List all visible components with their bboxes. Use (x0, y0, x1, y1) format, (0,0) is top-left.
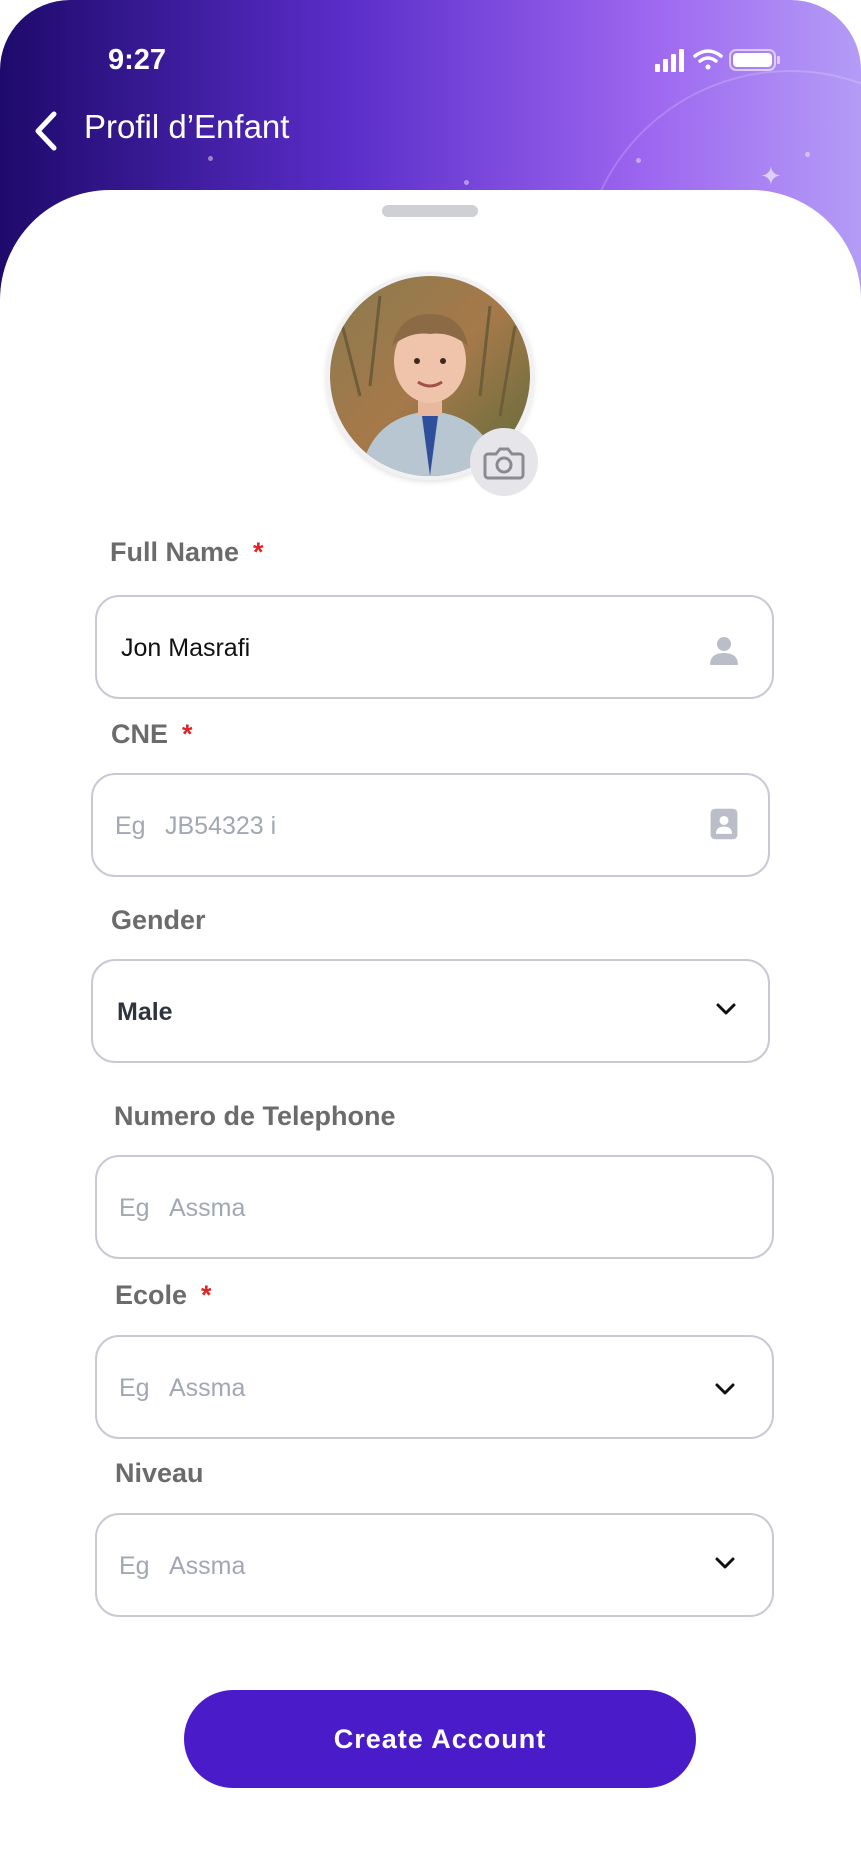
ecole-label-text: Ecole (115, 1280, 188, 1310)
phone-field[interactable]: Eg Assma (95, 1155, 774, 1259)
back-arrow-icon[interactable] (26, 106, 66, 156)
ecole-placeholder-prefix: Eg (119, 1374, 150, 1402)
required-mark: * (182, 719, 193, 749)
niveau-placeholder-prefix: Eg (119, 1552, 150, 1580)
cne-label: CNE * (111, 719, 193, 750)
sparkle-dot (208, 156, 213, 161)
signal-icon (655, 49, 684, 72)
ecole-label: Ecole * (115, 1280, 212, 1311)
niveau-select[interactable]: Eg Assma (95, 1513, 774, 1617)
cne-label-text: CNE (111, 719, 169, 749)
full-name-field[interactable]: Jon Masrafi (95, 595, 774, 699)
niveau-placeholder: Assma (169, 1552, 246, 1580)
niveau-label-text: Niveau (115, 1458, 204, 1488)
phone-label: Numero de Telephone (114, 1101, 396, 1132)
chevron-down-icon (715, 1383, 735, 1395)
full-name-value: Jon Masrafi (121, 634, 251, 662)
phone-placeholder-prefix: Eg (119, 1194, 150, 1222)
status-time: 9:27 (108, 44, 167, 76)
required-mark: * (253, 537, 264, 567)
create-account-button[interactable]: Create Account (184, 1690, 696, 1788)
sparkle-star-icon: ✦ (760, 162, 782, 192)
change-photo-button[interactable] (470, 428, 538, 496)
ecole-select[interactable]: Eg Assma (95, 1335, 774, 1439)
required-mark: * (201, 1280, 212, 1310)
id-card-icon (710, 808, 738, 840)
chevron-down-icon (715, 1557, 735, 1569)
niveau-label: Niveau (115, 1458, 204, 1489)
gender-label-text: Gender (111, 905, 206, 935)
gender-select[interactable]: Male (91, 959, 770, 1063)
full-name-label-text: Full Name (110, 537, 240, 567)
gender-label: Gender (111, 905, 206, 936)
cne-field[interactable]: Eg JB54323 i (91, 773, 770, 877)
phone-label-text: Numero de Telephone (114, 1101, 396, 1131)
cne-placeholder: JB54323 i (165, 812, 277, 840)
wifi-icon (693, 49, 723, 70)
sparkle-dot (636, 158, 641, 163)
status-icons (655, 49, 780, 72)
user-icon (710, 637, 738, 665)
ecole-placeholder: Assma (169, 1374, 246, 1402)
sparkle-dot (805, 152, 810, 157)
phone-placeholder: Assma (169, 1194, 246, 1222)
page-title: Profil d’Enfant (84, 108, 290, 145)
camera-icon (483, 447, 525, 480)
chevron-down-icon (716, 1003, 736, 1015)
full-name-label: Full Name * (110, 537, 264, 568)
sheet-handle[interactable] (382, 205, 478, 217)
sparkle-dot (464, 180, 469, 185)
phone-screen: ✦ 9:27 Profil d’Enfant Full Name * Jon M… (0, 0, 861, 1860)
cne-placeholder-prefix: Eg (115, 812, 146, 840)
gender-value: Male (117, 998, 173, 1026)
battery-icon (729, 49, 780, 71)
